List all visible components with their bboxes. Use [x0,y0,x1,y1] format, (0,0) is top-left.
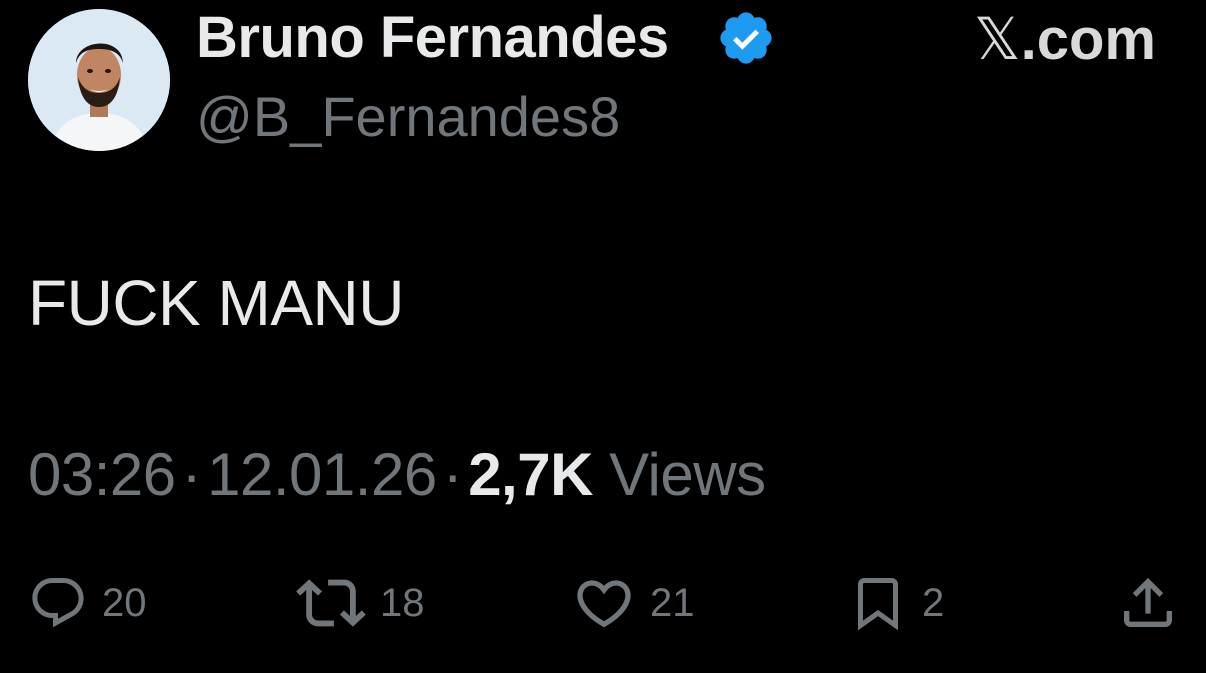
bookmark-icon [858,578,898,631]
reply-count: 20 [102,580,147,625]
brand-logo: 𝕏 .com [974,5,1156,73]
meta-separator: · [181,441,202,508]
verified-badge-icon [720,12,772,64]
tweet-date[interactable]: 12.01.26 [207,441,437,508]
repost-count: 18 [380,580,425,625]
author-display-name[interactable]: Bruno Fernandes [196,4,669,71]
x-logo-icon: 𝕏 [973,5,1021,73]
repost-icon [296,579,366,627]
bookmark-button[interactable]: 2 [848,568,944,638]
brand-domain: .com [1020,6,1156,72]
share-icon [1124,577,1172,627]
meta-separator: · [442,441,463,508]
reply-icon [32,578,84,628]
tweet-meta: 03:26 · 12.01.26 · 2,7K Views [28,440,766,509]
like-button[interactable]: 21 [572,568,695,638]
repost-button[interactable]: 18 [296,568,425,638]
reply-button[interactable]: 20 [28,568,147,638]
action-bar: 20 18 21 2 [0,568,1206,638]
share-button[interactable] [1116,568,1180,638]
bookmark-count: 2 [922,580,945,625]
heart-icon [577,580,631,628]
tweet-time[interactable]: 03:26 [28,441,176,508]
tweet-text: FUCK MANU [28,267,404,339]
like-count: 21 [650,580,695,625]
views-label: Views [609,441,766,508]
views-count: 2,7K [468,441,593,508]
avatar[interactable] [28,9,170,151]
author-handle[interactable]: @B_Fernandes8 [196,84,620,149]
